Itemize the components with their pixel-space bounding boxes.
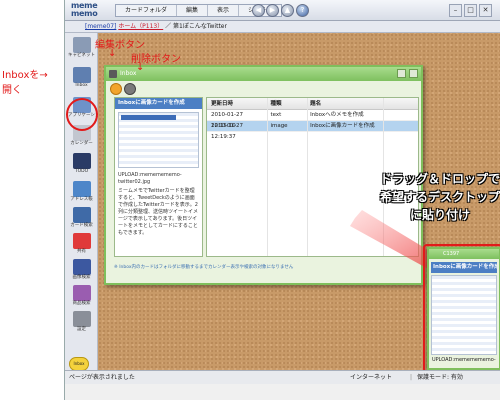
inbox-minimize-button[interactable] [397,69,406,78]
column-divider [267,98,268,256]
image-search-icon [72,259,91,275]
share-icon [72,233,91,249]
sidebar-item-label: 設定 [77,327,86,332]
table-row[interactable]: 2010-01-27 12:15:10 text Inboxへのメモを作成 [207,110,418,129]
card-search-icon [72,207,91,223]
preview-body: ミームメモでTwitterカードを整理すると、TweetDeckのように画面で作… [118,188,199,236]
breadcrumb-home[interactable]: ホーム（P113） [118,23,163,30]
annotation-drag-drop: ドラッグ＆ドロップで 希望するデスクトップ に貼り付け [320,170,500,224]
status-bar: ページが表示されました インターネット | 保護モード: 有効 [65,370,500,384]
sidebar-item-label: Inbox [75,83,88,88]
inbox-close-button[interactable] [409,69,418,78]
sidebar-item-inbox[interactable]: Inbox [68,67,95,93]
inbox-title: Inbox [120,70,137,77]
annotation-open-inbox-line1: Inboxを→ [2,70,48,81]
sidebar-item-settings[interactable]: 設定 [68,311,95,337]
address-book-icon [72,181,91,197]
app-toolbar: meme memo カードフォルダ 編集 表示 システム ◀ ▶ ▲ ? – □… [65,0,500,21]
sidebar-item-image-search[interactable]: 画像検索 [68,259,95,285]
row-type: text [270,112,282,118]
sidebar-item-label: 共有 [77,249,86,254]
column-updated[interactable]: 更新日時 [207,98,266,109]
drag-text-line3: に貼り付け [409,208,470,222]
help-icon[interactable]: ? [296,4,309,17]
column-divider [307,98,308,256]
breadcrumb-user[interactable]: [meme07] [85,23,116,30]
menu-item-edit[interactable]: 編集 [177,5,209,16]
logo-line2: memo [71,9,98,18]
preview-filename: UPLOAD:mememememo-twitter02.jpg [118,172,182,185]
breadcrumb-page: ／ 第1ぽこんなTwitter [165,23,227,30]
card-list-header: 更新日時 種類 題名 [207,98,418,110]
status-text: ページが表示されました [69,374,135,381]
sidebar-item-cabinet[interactable]: キャビネット [68,37,95,63]
sidebar-item-label: 画像検索 [72,275,91,280]
status-separator: | [410,374,413,381]
annotation-highlight-card [423,244,500,373]
card-preview: Inboxに画像カードを作成 UPLOAD:mememememo-twitter… [114,97,203,257]
back-icon[interactable]: ◀ [252,4,265,17]
sidebar-item-label: キャビネット [68,53,95,58]
sidebar-item-product-search[interactable]: 商品検索 [68,285,95,311]
inbox-titlebar[interactable]: Inbox [106,67,421,81]
forward-icon[interactable]: ▶ [266,4,279,17]
table-row-selected[interactable]: 2010-01-27 12:19:37 image Inboxに画像カードを作成 [207,121,418,140]
annotation-arrow-delete: ↓ [136,62,145,73]
close-icon[interactable]: ✕ [479,4,492,17]
edit-button[interactable] [110,83,122,95]
preview-image [118,112,199,168]
sidebar: キャビネット Inbox アプリケーション カレンダー TODO アドレス帳 カ… [65,33,104,370]
delete-button[interactable] [124,83,136,95]
sidebar-item-label: 商品検索 [72,301,91,306]
sidebar-item-address-book[interactable]: アドレス帳 [68,181,95,207]
preview-image-header [121,115,176,120]
upload-icon[interactable]: ▲ [281,4,294,17]
inbox-toolbar [106,81,421,97]
browser-window: meme memo カードフォルダ 編集 表示 システム ◀ ▶ ▲ ? – □… [64,0,500,400]
annotation-open-inbox-line2: 開く [2,85,22,96]
window-bottom [65,384,500,400]
menu-item-card-folder[interactable]: カードフォルダ [116,5,178,16]
annotation-edit-button: 編集ボタン [95,40,145,51]
cabinet-icon [72,37,91,53]
todo-icon [72,153,91,169]
sidebar-item-card-search[interactable]: カード検索 [68,207,95,233]
protected-mode: 保護モード: 有効 [417,374,463,381]
row-title: Inboxへのメモを作成 [310,112,364,118]
inbox-icon [72,67,91,83]
preview-title: Inboxに画像カードを作成 [115,98,202,109]
minimize-icon[interactable]: – [449,4,462,17]
annotation-open-inbox: Inboxを→ 開く [2,68,64,98]
sidebar-item-label: TODO [74,169,89,174]
column-title[interactable]: 題名 [306,98,418,109]
sidebar-item-share[interactable]: 共有 [68,233,95,259]
product-search-icon [72,285,91,301]
inbox-icon [109,70,117,78]
annotation-circle-inbox [66,98,98,131]
sidebar-item-todo[interactable]: TODO [68,153,95,179]
restore-icon[interactable]: □ [464,4,477,17]
annotation-arrow-edit: ↓ [108,48,117,59]
row-date: 2010-01-27 12:15:10 [211,112,243,129]
sidebar-item-label: アドレス帳 [70,197,93,202]
breadcrumb: [meme07] ホーム（P113） ／ 第1ぽこんなTwitter [65,21,500,33]
row-date: 2010-01-27 12:19:37 [211,123,243,140]
sidebar-item-label: カレンダー [70,141,93,146]
menu-item-view[interactable]: 表示 [208,5,240,16]
zone-internet: インターネット [350,374,393,381]
gear-icon [72,311,91,327]
drag-text-line2: 希望するデスクトップ [379,190,500,204]
row-title: Inboxに画像カードを作成 [310,123,375,129]
row-type: image [270,123,288,129]
sidebar-item-label: カード検索 [70,223,93,228]
column-type[interactable]: 種類 [266,98,306,109]
inbox-badge[interactable]: Inbox [69,357,89,371]
drag-text-line1: ドラッグ＆ドロップで [379,172,500,186]
app-logo: meme memo [71,2,111,19]
